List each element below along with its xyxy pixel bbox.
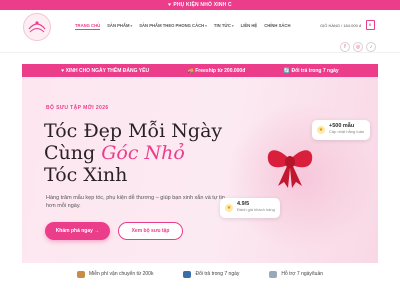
star-icon: ★ xyxy=(225,204,233,212)
hero-description: Hàng trăm mẫu kẹp tóc, phụ kiện dễ thươn… xyxy=(46,195,225,209)
benefit-support: Hỗ trợ 7 ngày/tuần xyxy=(269,270,323,278)
nav-item-styles[interactable]: SẢN PHẨM THEO PHONG CÁCH▾ xyxy=(139,23,207,30)
benefit-returns: Đổi trả trong 7 ngày xyxy=(183,270,239,278)
header-divider xyxy=(0,52,400,53)
view-collection-button[interactable]: Xem bộ sưu tập xyxy=(118,222,183,240)
hero-eyebrow: BỘ SƯU TẬP MỚI 2026 xyxy=(46,105,109,111)
chevron-down-icon: ▾ xyxy=(205,24,207,28)
promo-strip: ♥ XINH CHO NGÀY THÊM ĐÁNG YÊU 🚚 Freeship… xyxy=(22,64,378,77)
new-designs-card: ★ +500 mẫu Cập nhật hằng tuần xyxy=(312,120,370,140)
site-header: TRANG CHỦ SẢN PHẨM▾ SẢN PHẨM THEO PHONG … xyxy=(0,10,400,44)
chevron-down-icon: ▾ xyxy=(231,24,234,28)
logo-mark-icon xyxy=(28,21,46,33)
tiktok-icon[interactable]: ♪ xyxy=(366,42,376,52)
nav-item-news[interactable]: TIN TỨC▾ xyxy=(214,23,234,30)
hero-banner: BỘ SƯU TẬP MỚI 2026 Tóc Đẹp Mỗi Ngày Cùn… xyxy=(22,77,378,263)
nav-item-home[interactable]: TRANG CHỦ xyxy=(75,23,101,30)
announcement-bar: ♥ PHỤ KIỆN NHỎ XINH C xyxy=(0,0,400,10)
refresh-icon xyxy=(183,270,192,278)
promo-item: 🚚 Freeship từ 200.000đ xyxy=(187,67,246,74)
cart-count: 0 xyxy=(369,22,372,27)
truck-icon xyxy=(76,270,85,278)
hair-bow-icon xyxy=(267,150,313,188)
promo-item: ♥ XINH CHO NGÀY THÊM ĐÁNG YÊU xyxy=(61,67,150,74)
nav-item-products[interactable]: SẢN PHẨM▾ xyxy=(107,23,132,30)
hero-headline: Tóc Đẹp Mỗi Ngày Cùng Góc Nhỏ Tóc Xinh xyxy=(44,120,223,186)
main-nav: TRANG CHỦ SẢN PHẨM▾ SẢN PHẨM THEO PHONG … xyxy=(75,23,290,30)
sparkle-icon: ★ xyxy=(317,126,325,134)
cart-button[interactable]: 0 xyxy=(366,20,375,30)
chevron-down-icon: ▾ xyxy=(130,24,133,28)
facebook-icon[interactable]: f xyxy=(340,42,350,52)
explore-now-button[interactable]: Khám phá ngay → xyxy=(45,222,110,240)
site-logo[interactable] xyxy=(23,13,51,41)
benefit-free-shipping: Miễn phí vận chuyển từ 200k xyxy=(76,270,153,278)
cart-total-link[interactable]: GIỎ HÀNG / 184.000 đ xyxy=(320,23,361,28)
nav-item-contact[interactable]: LIÊN HỆ xyxy=(241,23,258,30)
support-icon xyxy=(269,270,278,278)
promo-item: 🔄 Đổi trả trong 7 ngày xyxy=(283,67,339,74)
benefits-bar: Miễn phí vận chuyển từ 200k Đổi trả tron… xyxy=(0,263,400,285)
instagram-icon[interactable]: ◎ xyxy=(353,42,363,52)
announcement-text: PHỤ KIỆN NHỎ XINH C xyxy=(173,2,232,8)
rating-card: ★ 4.9/5 Đánh giá khách hàng xyxy=(220,198,280,218)
nav-item-policy[interactable]: CHÍNH SÁCH xyxy=(264,23,290,30)
heart-icon: ♥ xyxy=(168,2,172,8)
